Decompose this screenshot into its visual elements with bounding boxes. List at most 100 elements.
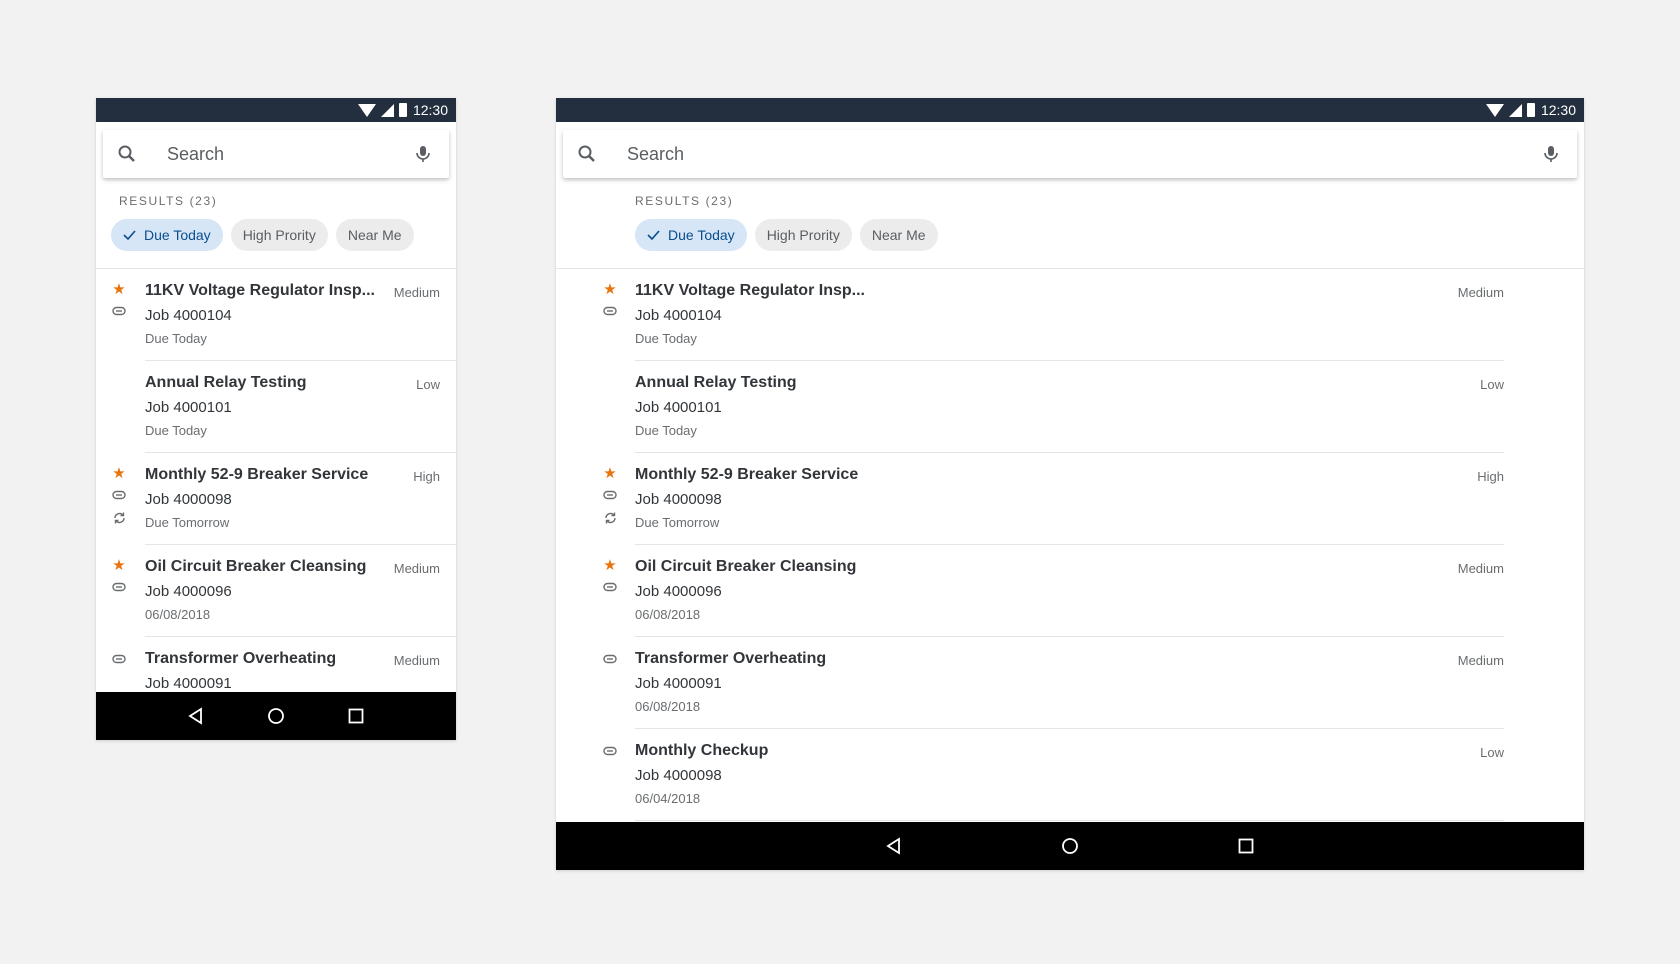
item-due: Due Today xyxy=(635,331,697,346)
battery-icon xyxy=(398,103,407,117)
item-priority: High xyxy=(1477,469,1504,484)
item-job-number: Job 4000098 xyxy=(145,491,232,508)
check-icon xyxy=(647,230,660,240)
item-title: Transformer Overheating xyxy=(635,650,827,667)
item-priority: Medium xyxy=(393,285,440,300)
item-title: Monthly 52-9 Breaker Service xyxy=(635,466,859,483)
item-priority: Medium xyxy=(1457,285,1504,300)
attachment-icon xyxy=(603,487,617,505)
signal-icon xyxy=(380,103,394,117)
microphone-icon[interactable] xyxy=(413,144,433,164)
search-input[interactable]: Search xyxy=(167,144,413,165)
item-job-number: Job 4000098 xyxy=(635,491,722,508)
item-due: Due Today xyxy=(145,423,207,438)
item-due: Due Tomorrow xyxy=(145,515,230,530)
filter-chips: Due Today High Prority Near Me xyxy=(635,219,946,251)
item-priority: Low xyxy=(1480,377,1504,392)
recents-icon[interactable] xyxy=(1236,836,1256,856)
search-icon xyxy=(578,145,595,162)
list-item[interactable]: ★ Monthly 52-9 Breaker Service Job 4000098… xyxy=(96,453,456,545)
filter-chips: Due Today High Prority Near Me xyxy=(111,219,422,251)
chip-due-today[interactable]: Due Today xyxy=(635,219,747,251)
list-item[interactable]: Transformer Overheating Job 4000091 06/08/… xyxy=(556,637,1584,729)
sync-icon xyxy=(113,511,126,530)
list-item[interactable]: Annual Relay Testing Job 4000101 Due Today… xyxy=(556,361,1584,453)
wifi-icon xyxy=(357,103,376,117)
item-title: Oil Circuit Breaker Cleansing xyxy=(145,558,367,575)
item-job-number: Job 4000091 xyxy=(635,675,722,692)
status-icons xyxy=(601,651,619,675)
attachment-icon xyxy=(112,579,126,597)
chip-near-me[interactable]: Near Me xyxy=(335,219,414,251)
chip-high-priority[interactable]: High Prority xyxy=(230,219,328,251)
list-item[interactable]: ★ 11KV Voltage Regulator Insp... Job 40001… xyxy=(96,269,456,361)
item-due: 06/08/2018 xyxy=(635,699,701,714)
chip-label: High Prority xyxy=(242,227,316,243)
status-icons xyxy=(110,651,128,675)
item-priority: Medium xyxy=(1457,561,1504,576)
item-job-number: Job 4000104 xyxy=(635,307,722,324)
search-bar[interactable]: Search xyxy=(103,130,449,178)
status-time: 12:30 xyxy=(1540,102,1576,118)
item-job-number: Job 4000101 xyxy=(145,399,232,416)
item-job-number: Job 4000098 xyxy=(635,767,722,784)
chip-label: Near Me xyxy=(871,227,926,243)
list-item[interactable]: ★ Oil Circuit Breaker Cleansing Job 400009… xyxy=(556,545,1584,637)
attachment-icon xyxy=(112,487,126,505)
chip-due-today[interactable]: Due Today xyxy=(111,219,223,251)
list-item[interactable]: ★ Monthly 52-9 Breaker Service Job 4000098… xyxy=(556,453,1584,545)
status-time: 12:30 xyxy=(412,102,448,118)
item-title: Annual Relay Testing xyxy=(145,374,307,391)
attachment-icon xyxy=(603,579,617,597)
item-job-number: Job 4000101 xyxy=(635,399,722,416)
chip-label: High Prority xyxy=(766,227,840,243)
status-bar: 12:30 xyxy=(556,98,1584,122)
home-icon[interactable] xyxy=(266,706,286,726)
item-title: 11KV Voltage Regulator Insp... xyxy=(145,282,375,299)
navigation-bar xyxy=(96,692,456,740)
back-icon[interactable] xyxy=(884,836,904,856)
search-input[interactable]: Search xyxy=(627,144,1541,165)
list-item[interactable]: Annual Relay Testing Job 4000101 Due Today… xyxy=(96,361,456,453)
star-icon: ★ xyxy=(603,557,617,574)
chip-label: Due Today xyxy=(668,227,735,243)
home-icon[interactable] xyxy=(1060,836,1080,856)
search-icon xyxy=(118,145,135,162)
item-priority: Low xyxy=(1480,745,1504,760)
item-due: Due Today xyxy=(635,423,697,438)
item-title: Monthly 52-9 Breaker Service xyxy=(145,466,369,483)
chip-label: Due Today xyxy=(144,227,211,243)
chip-high-priority[interactable]: High Prority xyxy=(754,219,852,251)
list-item[interactable]: Monthly Checkup Job 4000098 06/04/2018 Low xyxy=(556,729,1584,821)
list-item[interactable]: ★ 11KV Voltage Regulator Insp... Job 40001… xyxy=(556,269,1584,361)
item-title: Oil Circuit Breaker Cleansing xyxy=(635,558,857,575)
navigation-bar xyxy=(556,822,1584,870)
status-bar: 12:30 xyxy=(96,98,456,122)
item-title: Annual Relay Testing xyxy=(635,374,797,391)
status-icons xyxy=(601,743,619,767)
row-divider xyxy=(635,820,1504,821)
wifi-icon xyxy=(1485,103,1504,117)
search-bar[interactable]: Search xyxy=(563,130,1577,178)
status-icons: ★ xyxy=(110,558,128,603)
battery-icon xyxy=(1526,103,1535,117)
recents-icon[interactable] xyxy=(346,706,366,726)
tablet-device: 12:30 Search RESULTS (23) Due Today High… xyxy=(556,98,1584,870)
back-icon[interactable] xyxy=(186,706,206,726)
results-count: RESULTS (23) xyxy=(119,194,218,208)
results-count: RESULTS (23) xyxy=(635,194,734,208)
item-due: 06/04/2018 xyxy=(635,791,701,806)
star-icon: ★ xyxy=(603,465,617,482)
star-icon: ★ xyxy=(603,281,617,298)
status-icons: ★ xyxy=(110,465,128,536)
list-item[interactable]: ★ Oil Circuit Breaker Cleansing Job 400009… xyxy=(96,545,456,637)
chip-near-me[interactable]: Near Me xyxy=(859,219,938,251)
item-priority: Medium xyxy=(1457,653,1504,668)
attachment-icon xyxy=(603,303,617,321)
item-due: Due Tomorrow xyxy=(635,515,720,530)
star-icon: ★ xyxy=(112,465,126,482)
attachment-icon xyxy=(112,303,126,321)
item-job-number: Job 4000096 xyxy=(635,583,722,600)
microphone-icon[interactable] xyxy=(1541,144,1561,164)
check-icon xyxy=(123,230,136,240)
